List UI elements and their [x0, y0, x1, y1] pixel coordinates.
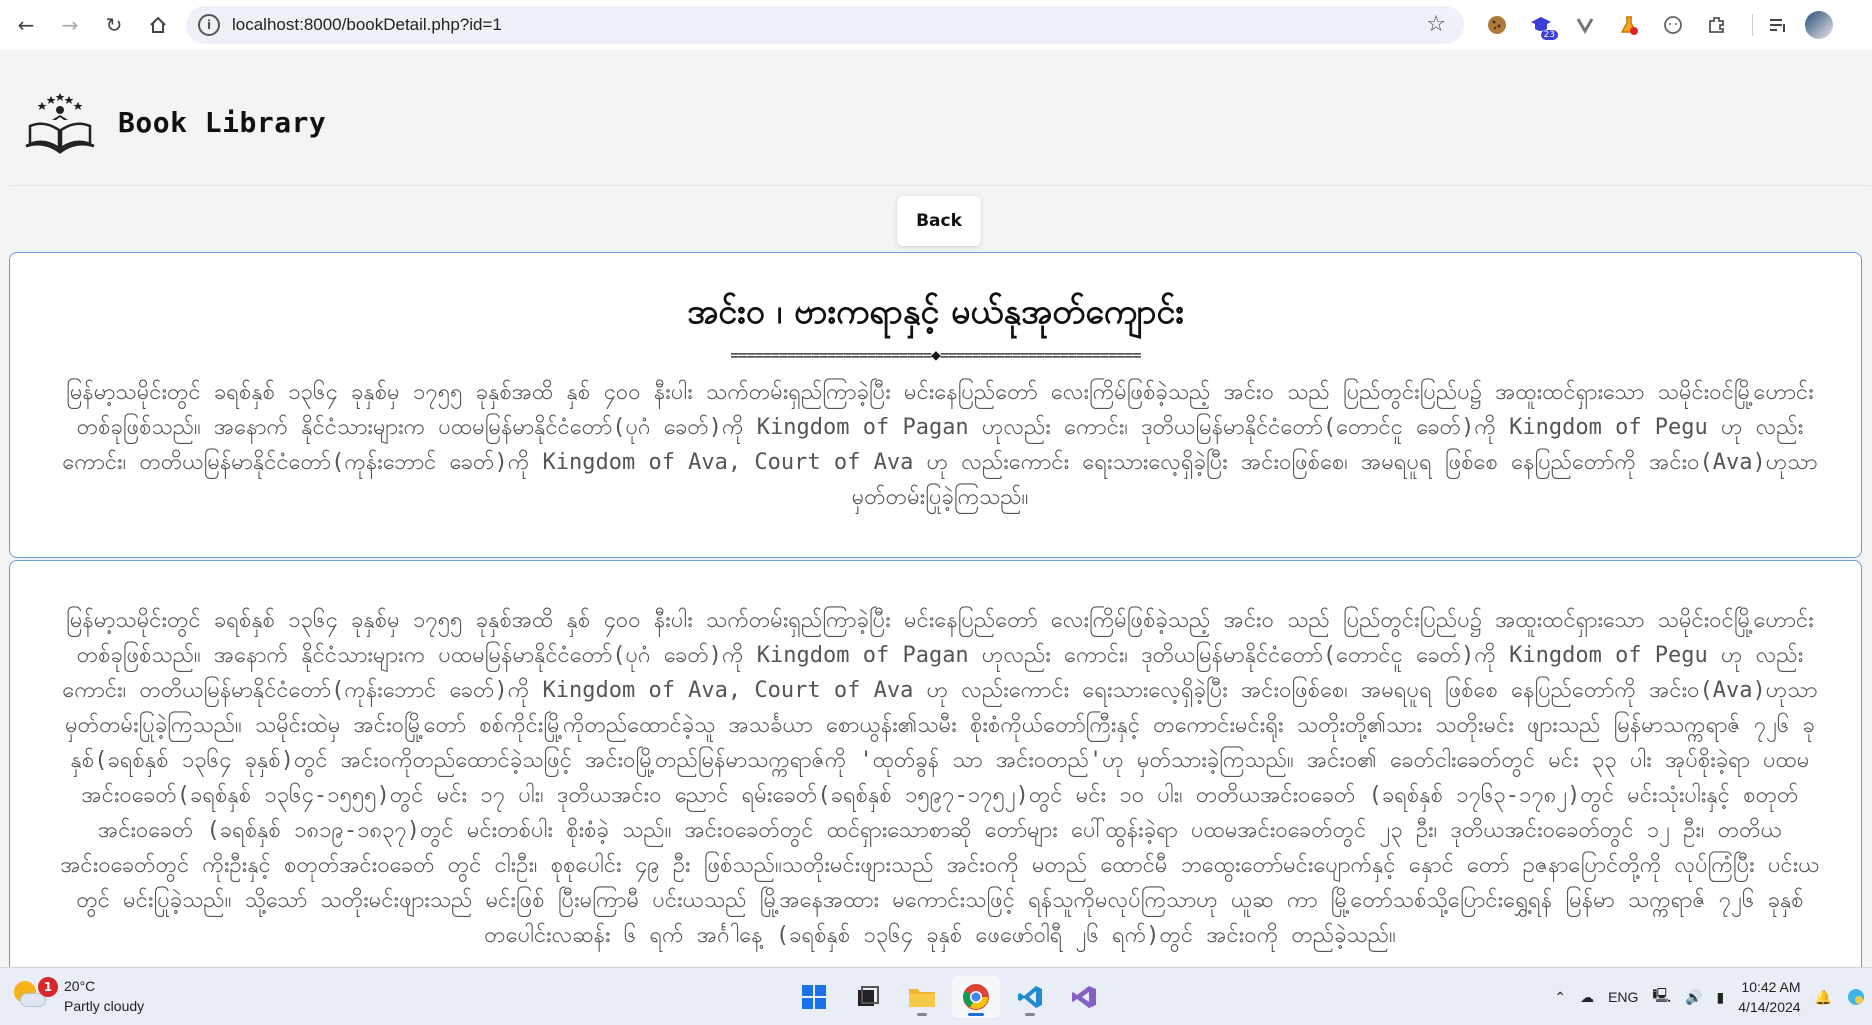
divider-left: ========================= — [730, 346, 932, 364]
chrome-icon[interactable] — [952, 976, 1000, 1018]
cookie-icon[interactable] — [1480, 8, 1514, 42]
clock-date: 4/14/2024 — [1738, 999, 1801, 1015]
taskbar: 1 20°C Partly cloudy ⌃ ☁ ENG 🖳 🔊 ▮ 10:42… — [0, 967, 1872, 1025]
title-divider: =========================◆==============… — [10, 345, 1861, 364]
notification-badge: 1 — [38, 977, 58, 997]
copilot-icon[interactable] — [1846, 987, 1866, 1007]
site-title[interactable]: Book Library — [118, 106, 326, 139]
reload-icon[interactable]: ↻ — [96, 7, 132, 43]
language-indicator[interactable]: ENG — [1608, 989, 1638, 1005]
url-text[interactable]: localhost:8000/bookDetail.php?id=1 — [232, 15, 502, 35]
book-title: အင်းဝ ၊ ဗားကရာနှင့် မယ်နုအုတ်ကျောင်း — [687, 292, 1184, 332]
extensions-area: 23 — [1480, 8, 1833, 42]
toolbar-separator — [1752, 14, 1753, 36]
address-bar[interactable]: i localhost:8000/bookDetail.php?id=1 ☆ — [186, 6, 1464, 44]
taskbar-apps — [790, 976, 1114, 1018]
visual-studio-icon[interactable] — [1060, 976, 1108, 1018]
divider-right: ========================= — [939, 346, 1142, 364]
diamond-icon: ◆ — [931, 345, 941, 364]
partly-cloudy-icon: 1 — [12, 977, 58, 1013]
system-tray: ⌃ ☁ ENG 🖳 🔊 ▮ 10:42 AM 4/14/2024 🔔 — [1554, 968, 1872, 1025]
face-icon[interactable] — [1656, 8, 1690, 42]
network-icon[interactable]: 🖳 — [1652, 985, 1671, 1009]
back-arrow-icon[interactable]: ← — [8, 7, 44, 43]
book-summary: မြန်မာ့သမိုင်းတွင် ခရစ်နှစ် ၁၃၆၄ ခုနှစ်မ… — [62, 380, 1818, 510]
profile-avatar[interactable] — [1805, 11, 1833, 39]
flask-icon[interactable] — [1612, 8, 1646, 42]
book-content: မြန်မာ့သမိုင်းတွင် ခရစ်နှစ် ၁၃၆၄ ခုနှစ်မ… — [60, 608, 1820, 948]
book-content-card: မြန်မာ့သမိုင်းတွင် ခရစ်နှစ် ၁၃၆၄ ခုနှစ်မ… — [9, 560, 1862, 967]
vee-icon[interactable] — [1568, 8, 1602, 42]
chevron-up-icon[interactable]: ⌃ — [1554, 989, 1566, 1006]
start-icon[interactable] — [790, 976, 838, 1018]
page-viewport: Book Library Back အင်းဝ ၊ ဗားကရာနှင့် မယ… — [0, 50, 1872, 967]
extension-badge: 23 — [1540, 30, 1558, 40]
home-icon[interactable] — [140, 7, 176, 43]
graduation-cap-icon[interactable]: 23 — [1524, 8, 1558, 42]
speaker-icon[interactable]: 🔊 — [1685, 989, 1702, 1006]
puzzle-icon[interactable] — [1700, 8, 1734, 42]
clock-time: 10:42 AM — [1741, 979, 1801, 995]
cloud-icon[interactable]: ☁ — [1580, 989, 1594, 1006]
notification-bell-icon[interactable]: 🔔 — [1815, 989, 1832, 1006]
site-info-icon[interactable]: i — [198, 14, 220, 36]
reading-list-icon[interactable] — [1761, 8, 1795, 42]
vscode-icon[interactable] — [1006, 976, 1054, 1018]
clock[interactable]: 10:42 AM 4/14/2024 — [1738, 977, 1800, 1017]
file-explorer-icon[interactable] — [898, 976, 946, 1018]
browser-toolbar: ← → ↻ i localhost:8000/bookDetail.php?id… — [0, 0, 1872, 50]
forward-arrow-icon[interactable]: → — [52, 7, 88, 43]
battery-icon[interactable]: ▮ — [1717, 989, 1725, 1006]
back-button[interactable]: Back — [897, 196, 981, 246]
weather-widget[interactable]: 1 20°C Partly cloudy — [12, 976, 144, 1016]
book-logo-icon[interactable] — [24, 90, 96, 156]
bookmark-star-icon[interactable]: ☆ — [1426, 12, 1446, 37]
task-view-icon[interactable] — [844, 976, 892, 1018]
book-summary-card: အင်းဝ ၊ ဗားကရာနှင့် မယ်နုအုတ်ကျောင်း ===… — [9, 252, 1862, 558]
weather-condition: Partly cloudy — [64, 998, 145, 1014]
temperature: 20°C — [64, 978, 96, 994]
site-header: Book Library — [10, 50, 1870, 186]
